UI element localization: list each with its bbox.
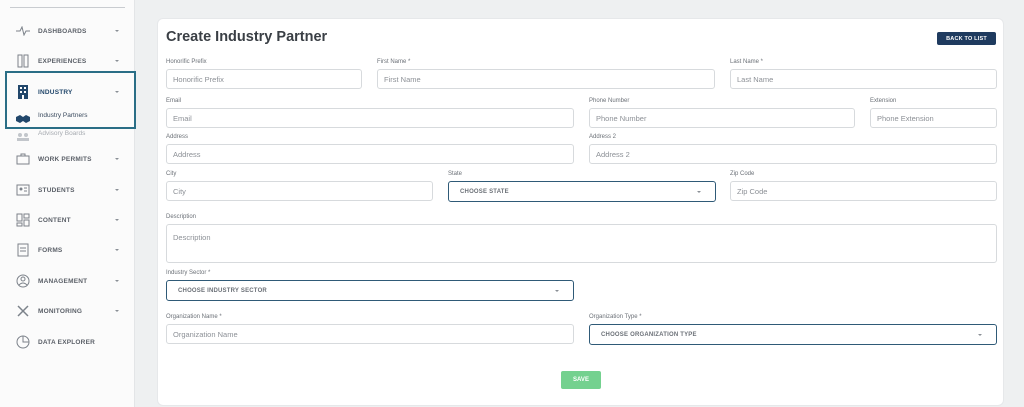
sidebar-item-label: INDUSTRY — [38, 88, 73, 96]
chevron-down-icon — [114, 247, 120, 253]
state-select[interactable]: CHOOSE STATE — [448, 181, 716, 202]
chevron-down-icon — [114, 308, 120, 314]
pie-chart-icon — [16, 335, 30, 349]
chevron-down-icon — [555, 290, 559, 292]
chevron-down-icon — [978, 334, 982, 336]
honorific-input[interactable]: Honorific Prefix — [166, 69, 362, 89]
industry-sector-select-value: CHOOSE INDUSTRY SECTOR — [178, 287, 267, 294]
student-id-icon — [16, 183, 30, 197]
briefcase-icon — [16, 152, 30, 166]
address2-input[interactable]: Address 2 — [589, 144, 997, 164]
chevron-down-icon — [114, 217, 120, 223]
zip-input[interactable]: Zip Code — [730, 181, 997, 201]
description-label: Description — [166, 214, 197, 220]
address-input[interactable]: Address — [166, 144, 574, 164]
sidebar-item-label: WORK PERMITS — [38, 155, 92, 163]
description-textarea[interactable]: Description — [166, 224, 997, 263]
user-circle-icon — [16, 274, 30, 288]
sidebar-item-monitoring[interactable]: MONITORING — [0, 296, 135, 326]
zip-label: Zip Code — [730, 171, 755, 177]
sidebar-item-label: EXPERIENCES — [38, 57, 87, 65]
chevron-down-icon — [114, 187, 120, 193]
extension-input[interactable]: Phone Extension — [870, 108, 997, 128]
sidebar-item-dashboards[interactable]: DASHBOARDS — [0, 16, 135, 46]
org-type-select-value: CHOOSE ORGANIZATION TYPE — [601, 331, 697, 338]
email-input[interactable]: Email — [166, 108, 574, 128]
org-name-label: Organization Name * — [166, 314, 222, 320]
sidebar-item-content[interactable]: CONTENT — [0, 205, 135, 235]
industry-sector-label: Industry Sector * — [166, 270, 211, 276]
pulse-icon — [16, 24, 30, 38]
wrench-icon — [16, 304, 30, 318]
first-name-input[interactable]: First Name — [377, 69, 715, 89]
form-icon — [16, 243, 30, 257]
org-name-input[interactable]: Organization Name — [166, 324, 574, 344]
sidebar-item-data-explorer[interactable]: DATA EXPLORER — [0, 327, 135, 357]
sidebar-item-label: CONTENT — [38, 216, 71, 224]
sidebar-item-label: STUDENTS — [38, 186, 75, 194]
city-input[interactable]: City — [166, 181, 433, 201]
sidebar-item-label: DASHBOARDS — [38, 27, 87, 35]
chevron-down-icon — [114, 278, 120, 284]
last-name-input[interactable]: Last Name — [730, 69, 997, 89]
handshake-icon — [16, 111, 30, 123]
sidebar-item-work-permits[interactable]: WORK PERMITS — [0, 144, 135, 174]
honorific-label: Honorific Prefix — [166, 59, 207, 65]
address-label: Address — [166, 134, 189, 140]
page-title: Create Industry Partner — [166, 29, 328, 45]
sidebar-item-students[interactable]: STUDENTS — [0, 175, 135, 205]
layout-icon — [16, 213, 30, 227]
sidebar-item-industry[interactable]: INDUSTRY — [0, 77, 135, 107]
last-name-label: Last Name * — [730, 59, 764, 65]
sidebar-item-label: DATA EXPLORER — [38, 338, 96, 346]
chevron-down-icon — [114, 28, 120, 34]
tools-icon — [16, 54, 30, 68]
create-industry-partner-card: Create Industry Partner BACK TO LIST Hon… — [157, 18, 1004, 406]
org-type-select[interactable]: CHOOSE ORGANIZATION TYPE — [589, 324, 997, 345]
phone-input[interactable]: Phone Number — [589, 108, 855, 128]
sidebar-item-label: MONITORING — [38, 307, 83, 315]
first-name-label: First Name * — [377, 59, 411, 65]
subnav-advisory-boards[interactable]: Advisory Boards — [38, 130, 85, 137]
building-icon — [16, 85, 30, 99]
industry-sector-select[interactable]: CHOOSE INDUSTRY SECTOR — [166, 280, 574, 301]
sidebar-item-management[interactable]: MANAGEMENT — [0, 266, 135, 296]
sidebar-item-label: MANAGEMENT — [38, 277, 88, 285]
address2-label: Address 2 — [589, 134, 617, 140]
email-label: Email — [166, 98, 182, 104]
sidebar: DASHBOARDS EXPERIENCES INDUSTRY Industry… — [0, 0, 136, 407]
sidebar-divider — [10, 7, 125, 8]
city-label: City — [166, 171, 177, 177]
back-to-list-button[interactable]: BACK TO LIST — [937, 32, 996, 45]
chevron-down-icon — [697, 191, 701, 193]
phone-label: Phone Number — [589, 98, 630, 104]
chevron-down-icon — [114, 58, 120, 64]
state-select-value: CHOOSE STATE — [460, 188, 509, 195]
subnav-industry-partners[interactable]: Industry Partners — [38, 112, 88, 119]
save-button[interactable]: SAVE — [561, 371, 601, 389]
state-label: State — [448, 171, 463, 177]
sidebar-item-label: FORMS — [38, 246, 63, 254]
advisory-icon — [16, 129, 30, 141]
extension-label: Extension — [870, 98, 897, 104]
chevron-down-icon — [114, 156, 120, 162]
chevron-down-icon — [114, 89, 120, 95]
sidebar-item-forms[interactable]: FORMS — [0, 235, 135, 265]
org-type-label: Organization Type * — [589, 314, 642, 320]
